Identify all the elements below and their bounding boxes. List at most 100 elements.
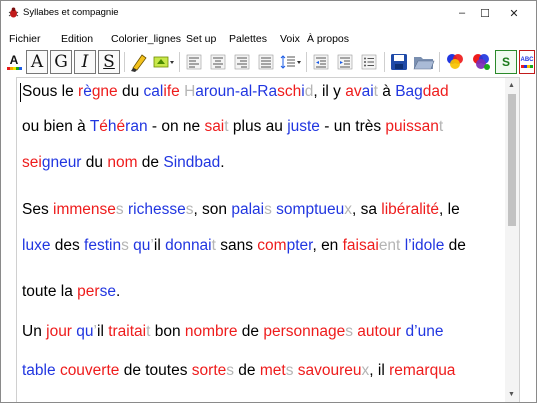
- syllable-segment: juste: [287, 118, 320, 135]
- syllable-segment: l’idole: [404, 237, 445, 254]
- minimize-icon: –: [458, 7, 466, 19]
- menu-voix[interactable]: Voix: [280, 32, 300, 46]
- highlight-color-button[interactable]: [152, 50, 176, 74]
- syllable-mode-button[interactable]: S: [495, 50, 517, 74]
- menu-bar: Fichier Edition Colorier_lignes Set up P…: [1, 31, 536, 47]
- open-folder-button[interactable]: [412, 50, 436, 74]
- color-syllables-2-icon: [473, 54, 490, 70]
- syllable-segment: aroun-al-Ra: [195, 83, 278, 100]
- align-right-button[interactable]: [231, 50, 253, 74]
- color-strip: [6, 67, 22, 70]
- syllable-segment: sch: [277, 83, 302, 100]
- align-right-icon: [234, 54, 250, 70]
- align-left-button[interactable]: [183, 50, 205, 74]
- syllable-segment: , le: [439, 201, 460, 218]
- syllable-segment: sorte: [191, 362, 227, 379]
- syllable-segment: faisai: [342, 237, 379, 254]
- toolbar-separator: [179, 52, 180, 72]
- vertical-scrollbar[interactable]: ▲ ▼: [505, 78, 519, 402]
- syllable-segment: nombre: [184, 323, 238, 340]
- color-strip: [521, 64, 533, 68]
- syllable-segment: immense: [53, 201, 116, 218]
- syllable-segment: il: [97, 323, 109, 340]
- text-line[interactable]: toute la perse.: [22, 282, 120, 302]
- bold-button[interactable]: A: [26, 50, 48, 74]
- toolbar-separator: [384, 52, 385, 72]
- scroll-down-icon[interactable]: ▼: [508, 391, 515, 398]
- text-line[interactable]: Un jour qu’il traitait bon nombre de per…: [22, 322, 443, 342]
- window-title: Syllabes et compagnie: [23, 7, 119, 18]
- text-line[interactable]: table couverte de toutes sortes de mets …: [22, 361, 455, 381]
- syllable-segment: se: [99, 283, 116, 300]
- syllable-segment: é: [116, 118, 126, 135]
- serif-font-button[interactable]: G: [50, 50, 72, 74]
- maximize-icon: ☐: [480, 7, 490, 20]
- toolbar: A A G I S S ABC: [1, 49, 536, 75]
- menu-set-up[interactable]: Set up: [186, 32, 216, 46]
- syllable-segment: H: [184, 83, 196, 100]
- highlighter-button[interactable]: [128, 50, 150, 74]
- bug-icon: [8, 7, 19, 18]
- color-syllables-button[interactable]: [443, 50, 467, 74]
- syllable-segment: toute la: [22, 283, 78, 300]
- save-button[interactable]: [388, 50, 410, 74]
- abc-button[interactable]: ABC: [519, 50, 535, 74]
- syllable-segment: h: [107, 118, 117, 135]
- syllable-segment: donnai: [165, 237, 212, 254]
- syllable-segment: luxe: [22, 237, 51, 254]
- open-folder-icon: [413, 57, 435, 70]
- syllable-segment: met: [259, 362, 286, 379]
- indent-increase-button[interactable]: [334, 50, 356, 74]
- menu-palettes[interactable]: Palettes: [229, 32, 267, 46]
- menu-colorier-lignes[interactable]: Colorier_lignes: [111, 32, 181, 46]
- syllable-segment: de: [237, 323, 264, 340]
- text-line[interactable]: luxe des festins qu’il donnait sans comp…: [22, 236, 466, 256]
- menu-edition[interactable]: Edition: [61, 32, 93, 46]
- syllable-segment: puissan: [385, 118, 439, 135]
- list-button[interactable]: [358, 50, 380, 74]
- syllable-segment: ai: [361, 83, 374, 100]
- syllable-segment: de toutes: [119, 362, 192, 379]
- indent-decrease-button[interactable]: [310, 50, 332, 74]
- syllable-segment: t: [438, 118, 444, 135]
- scroll-up-icon[interactable]: ▲: [508, 82, 515, 89]
- syllable-segment: pter: [286, 237, 313, 254]
- justify-button[interactable]: [255, 50, 277, 74]
- syllable-segment: av: [345, 83, 362, 100]
- text-line[interactable]: Sous le règne du calife Haroun-al-Raschi…: [22, 82, 449, 102]
- text-line[interactable]: Ses immenses richesses, son palais sompt…: [22, 200, 460, 220]
- syllable-segment: , il y: [313, 83, 346, 100]
- align-center-icon: [210, 54, 226, 70]
- scrollbar-thumb[interactable]: [508, 94, 516, 226]
- line-spacing-button[interactable]: [279, 50, 303, 74]
- syllable-segment: x: [344, 201, 352, 218]
- syllable-segment: ent: [378, 237, 401, 254]
- syllable-segment: du: [117, 83, 144, 100]
- syllable-segment: cal: [143, 83, 164, 100]
- syllable-segment: des: [50, 237, 85, 254]
- syllable-segment: - un très: [319, 118, 386, 135]
- document-area[interactable]: Sous le règne du calife Haroun-al-Raschi…: [16, 77, 520, 402]
- syllable-segment: s: [226, 362, 234, 379]
- text-line[interactable]: seigneur du nom de Sindbad.: [22, 153, 225, 173]
- toolbar-separator: [439, 52, 440, 72]
- syllable-segment: é: [99, 118, 108, 135]
- italic-button[interactable]: I: [74, 50, 96, 74]
- text-line[interactable]: ou bien à Téhéran - on ne sai t plus au j…: [22, 117, 443, 137]
- menu-a-propos[interactable]: À propos: [307, 32, 349, 46]
- font-color-button[interactable]: A: [4, 50, 24, 74]
- syllable-segment: il: [153, 237, 166, 254]
- syllable-segment: Ses: [22, 201, 54, 218]
- syllable-segment: sei: [22, 154, 42, 171]
- syllable-segment: gne: [91, 83, 118, 100]
- highlighter-icon: [131, 54, 147, 72]
- close-button[interactable]: ✕: [496, 1, 532, 25]
- list-icon: [361, 54, 377, 70]
- menu-fichier[interactable]: Fichier: [9, 32, 41, 46]
- underline-button[interactable]: S: [98, 50, 120, 74]
- syllable-segment: T: [89, 118, 100, 135]
- syllable-segment: à: [377, 83, 396, 100]
- indent-decrease-icon: [313, 54, 329, 70]
- color-syllables-2-button[interactable]: [469, 50, 493, 74]
- align-center-button[interactable]: [207, 50, 229, 74]
